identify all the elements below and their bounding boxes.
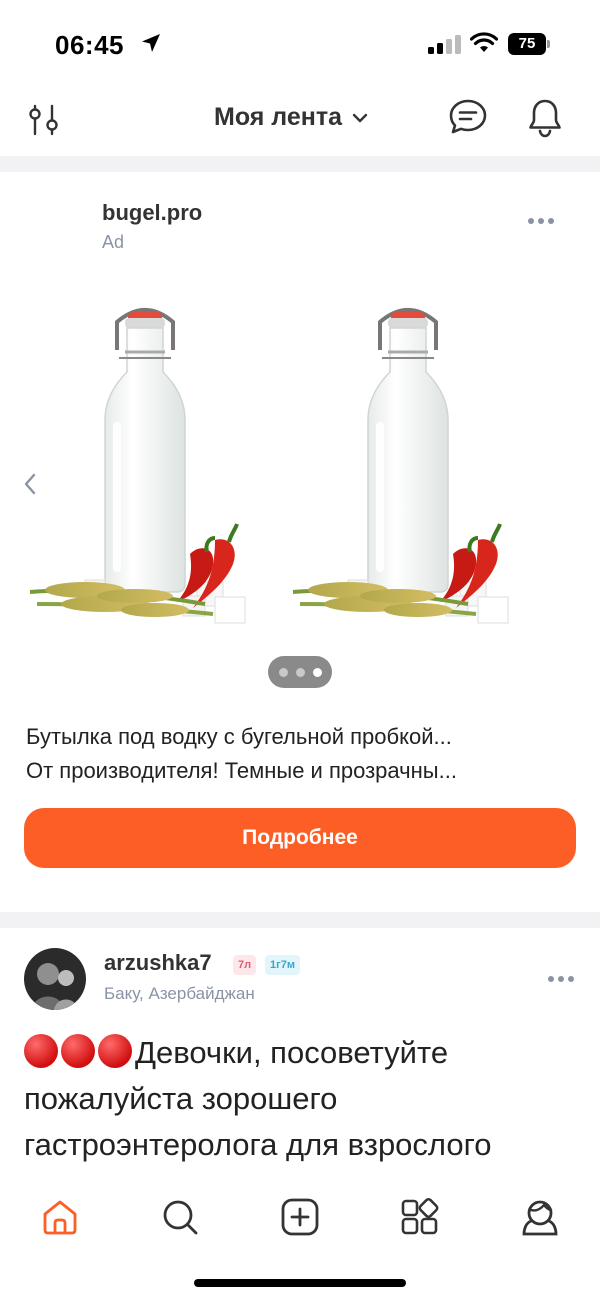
child-age-badge: 7л bbox=[233, 955, 257, 975]
chevron-down-icon bbox=[352, 113, 368, 123]
more-dots-icon bbox=[528, 218, 534, 224]
ad-image-carousel[interactable] bbox=[0, 292, 600, 692]
nav-search[interactable] bbox=[150, 1192, 210, 1242]
wifi-icon bbox=[470, 32, 498, 52]
battery-level: 75 bbox=[518, 35, 536, 52]
ad-more-button[interactable] bbox=[528, 218, 554, 224]
pager-dot-active[interactable] bbox=[312, 667, 322, 677]
ad-text-line: От производителя! Темные и прозрачны... bbox=[26, 758, 457, 783]
feed-divider bbox=[0, 156, 600, 172]
pager-dot[interactable] bbox=[278, 667, 288, 677]
carousel-pager[interactable] bbox=[268, 656, 332, 688]
status-time: 06:45 bbox=[55, 30, 124, 60]
advertiser-name[interactable]: bugel.pro bbox=[102, 200, 202, 226]
ad-description[interactable]: Бутылка под водку с бугельной пробкой...… bbox=[26, 720, 586, 788]
feed-selector[interactable]: Моя лента bbox=[214, 102, 368, 132]
filter-icon[interactable] bbox=[26, 98, 62, 142]
location-arrow-icon bbox=[142, 34, 160, 52]
profile-icon bbox=[522, 1200, 558, 1236]
post-author[interactable]: arzushka7 bbox=[104, 950, 212, 976]
ad-card[interactable]: bugel.pro Ad Бутылка под водку с бугельн… bbox=[0, 172, 600, 912]
red-circle-emoji bbox=[24, 1034, 58, 1068]
signal-icon bbox=[428, 35, 461, 54]
feed-divider bbox=[0, 912, 600, 928]
bottle-image bbox=[29, 308, 246, 624]
feed-title: Моя лента bbox=[214, 102, 343, 131]
more-dots-icon bbox=[548, 976, 554, 982]
services-icon bbox=[401, 1198, 439, 1235]
battery-icon: 75 bbox=[508, 33, 550, 55]
nav-services[interactable] bbox=[390, 1192, 450, 1242]
ad-label: Ad bbox=[102, 232, 125, 252]
home-icon bbox=[43, 1200, 77, 1235]
chat-icon[interactable] bbox=[447, 96, 489, 138]
nav-profile[interactable] bbox=[510, 1192, 570, 1242]
search-icon bbox=[163, 1200, 198, 1235]
ad-text-line: Бутылка под водку с бугельной пробкой... bbox=[26, 724, 452, 749]
top-nav: Моя лента bbox=[0, 90, 600, 156]
post-card[interactable]: arzushka7 7л 1г7м Баку, Азербайджан Дево… bbox=[0, 928, 600, 1178]
pager-dot[interactable] bbox=[295, 667, 305, 677]
post-text[interactable]: Девочки, посоветуйте пожалуйста зорошего… bbox=[24, 1030, 584, 1168]
nav-home[interactable] bbox=[30, 1192, 90, 1242]
bottom-nav bbox=[0, 1178, 600, 1300]
bell-icon[interactable] bbox=[525, 96, 565, 140]
red-circle-emoji bbox=[61, 1034, 95, 1068]
child-age-badge-2: 1г7м bbox=[265, 955, 300, 975]
post-more-button[interactable] bbox=[548, 976, 574, 982]
advertiser-avatar[interactable] bbox=[26, 202, 86, 262]
avatar[interactable] bbox=[24, 948, 86, 1010]
home-indicator bbox=[194, 1279, 406, 1287]
more-details-button[interactable]: Подробнее bbox=[24, 808, 576, 868]
nav-add-post[interactable] bbox=[270, 1192, 330, 1242]
bottle-image bbox=[292, 308, 509, 624]
status-bar: 06:45 75 bbox=[0, 0, 600, 90]
red-circle-emoji bbox=[98, 1034, 132, 1068]
add-post-icon bbox=[281, 1198, 319, 1236]
post-location: Баку, Азербайджан bbox=[104, 984, 255, 1003]
